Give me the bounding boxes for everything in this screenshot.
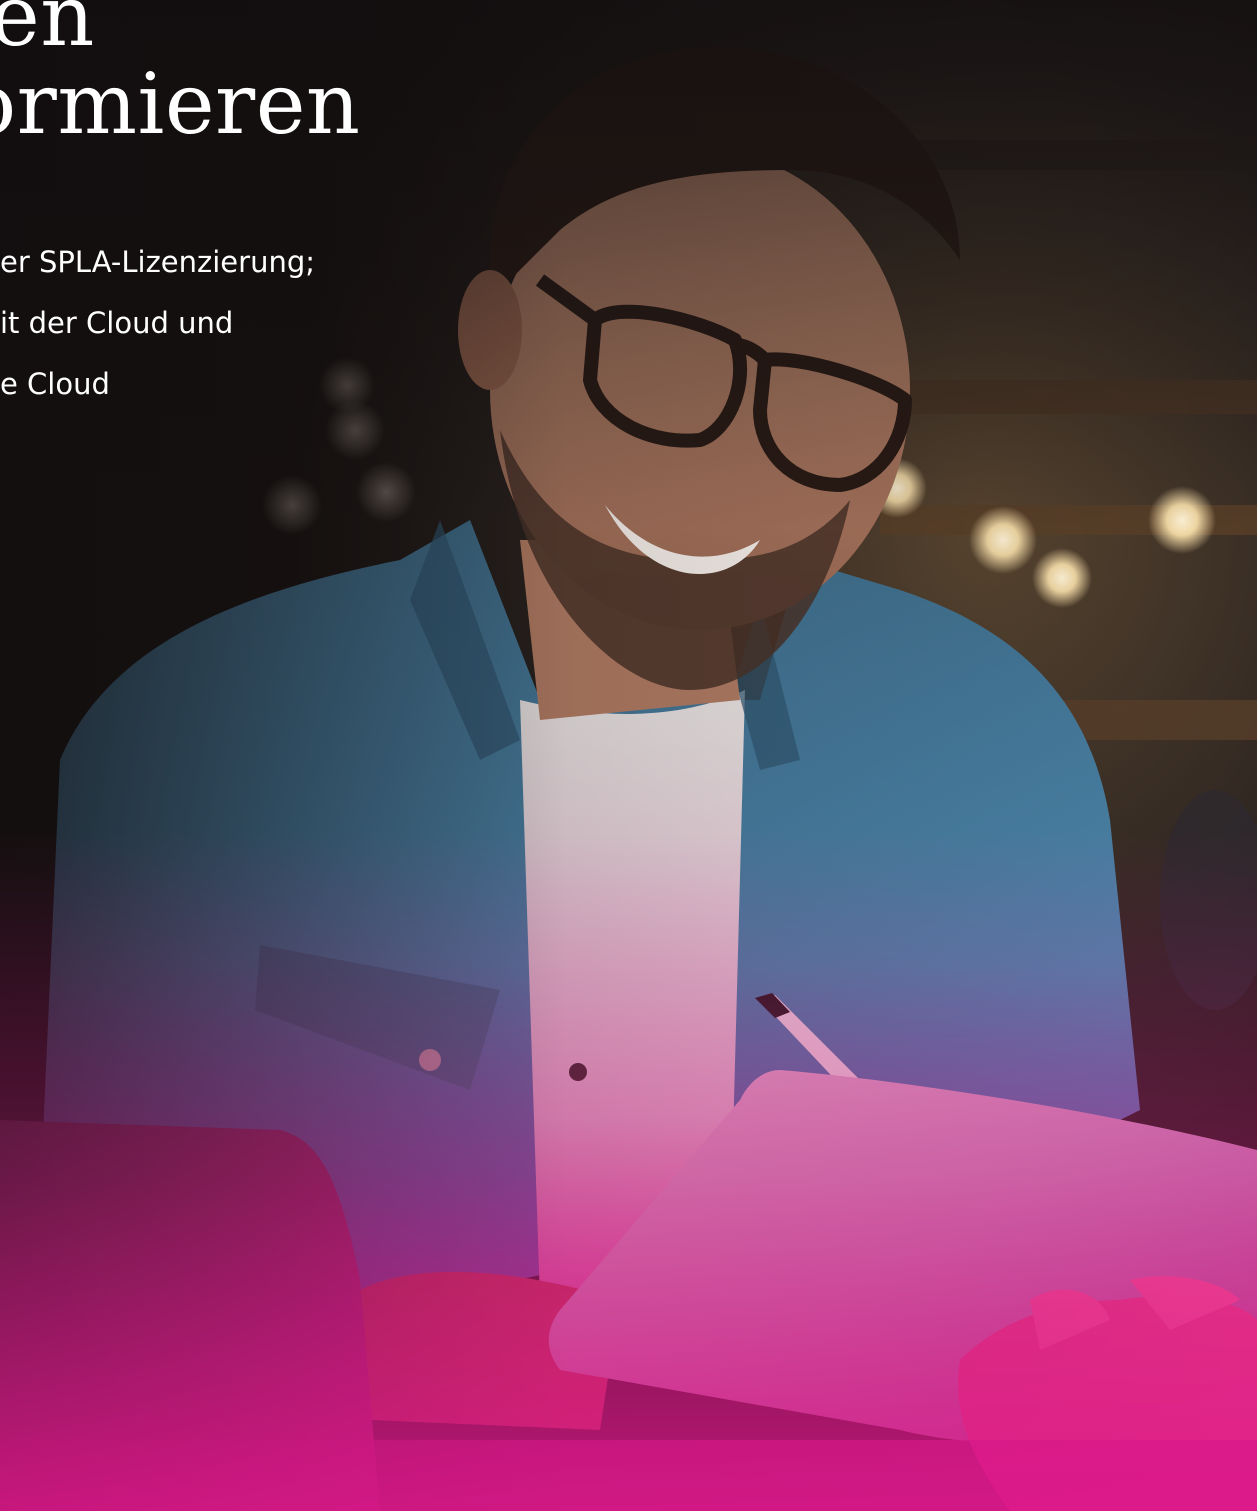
lead-line-2: it der Cloud und	[0, 306, 234, 340]
hero-headline: en formieren	[0, 0, 417, 148]
headline-line-1: en	[0, 0, 95, 65]
pink-gradient-overlay	[0, 0, 1257, 1511]
headline-line-2: formieren	[0, 55, 361, 153]
lead-line-1: er SPLA-Lizenzierung;	[0, 245, 316, 279]
hero-lead-text: er SPLA-Lizenzierung; it der Cloud und e…	[0, 232, 315, 415]
hero-section: en formieren er SPLA-Lizenzierung; it de…	[0, 0, 1257, 1511]
lead-line-3: e Cloud	[0, 367, 110, 401]
hero-photo	[0, 0, 1257, 1511]
